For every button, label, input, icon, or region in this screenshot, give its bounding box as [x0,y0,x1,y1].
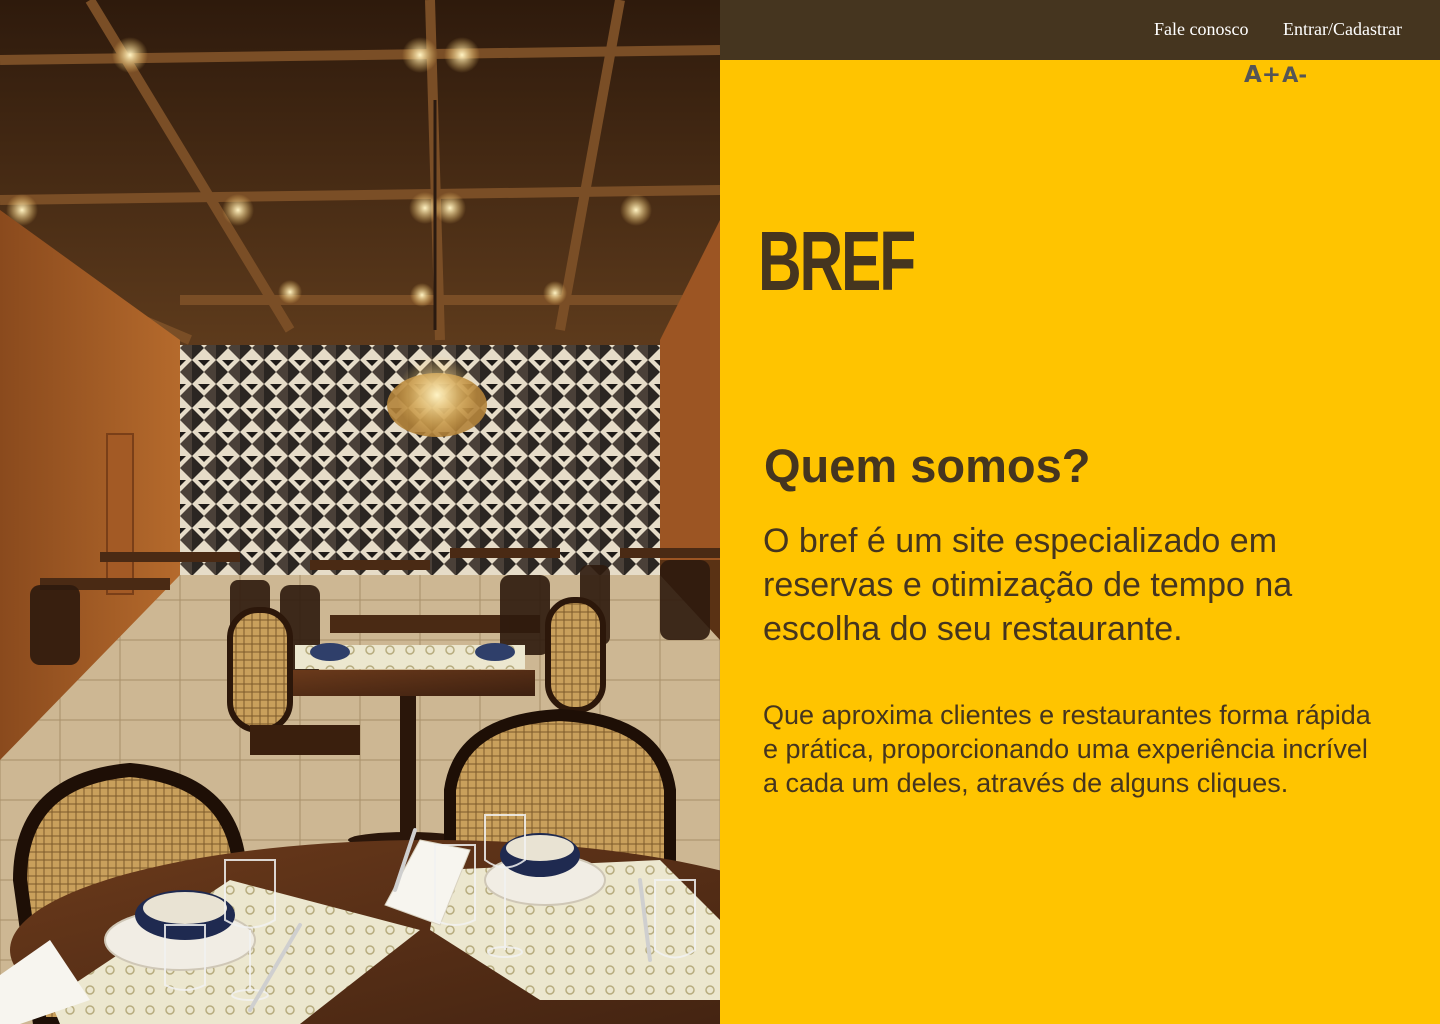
decrease-font-button[interactable]: A- [1282,65,1307,86]
increase-font-button[interactable]: A+ [1244,64,1281,87]
about-page: Fale conosco Entrar/Cadastrar A+ A- BREF… [0,0,1440,1024]
content-panel: Fale conosco Entrar/Cadastrar A+ A- BREF… [720,0,1440,1024]
about-body-text: Que aproxima clientes e restaurantes for… [763,700,1371,798]
top-navbar: Fale conosco Entrar/Cadastrar [720,0,1440,60]
about-title: Quem somos? [764,439,1091,492]
restaurant-photo [0,0,720,1024]
brand-logo: BREF [758,214,916,308]
about-intro-text: O bref é um site especializado em reserv… [763,522,1293,648]
font-size-controls: A+ A- [1244,64,1307,87]
nav-login-signup-link[interactable]: Entrar/Cadastrar [1283,19,1402,40]
nav-contact-link[interactable]: Fale conosco [1154,19,1248,40]
